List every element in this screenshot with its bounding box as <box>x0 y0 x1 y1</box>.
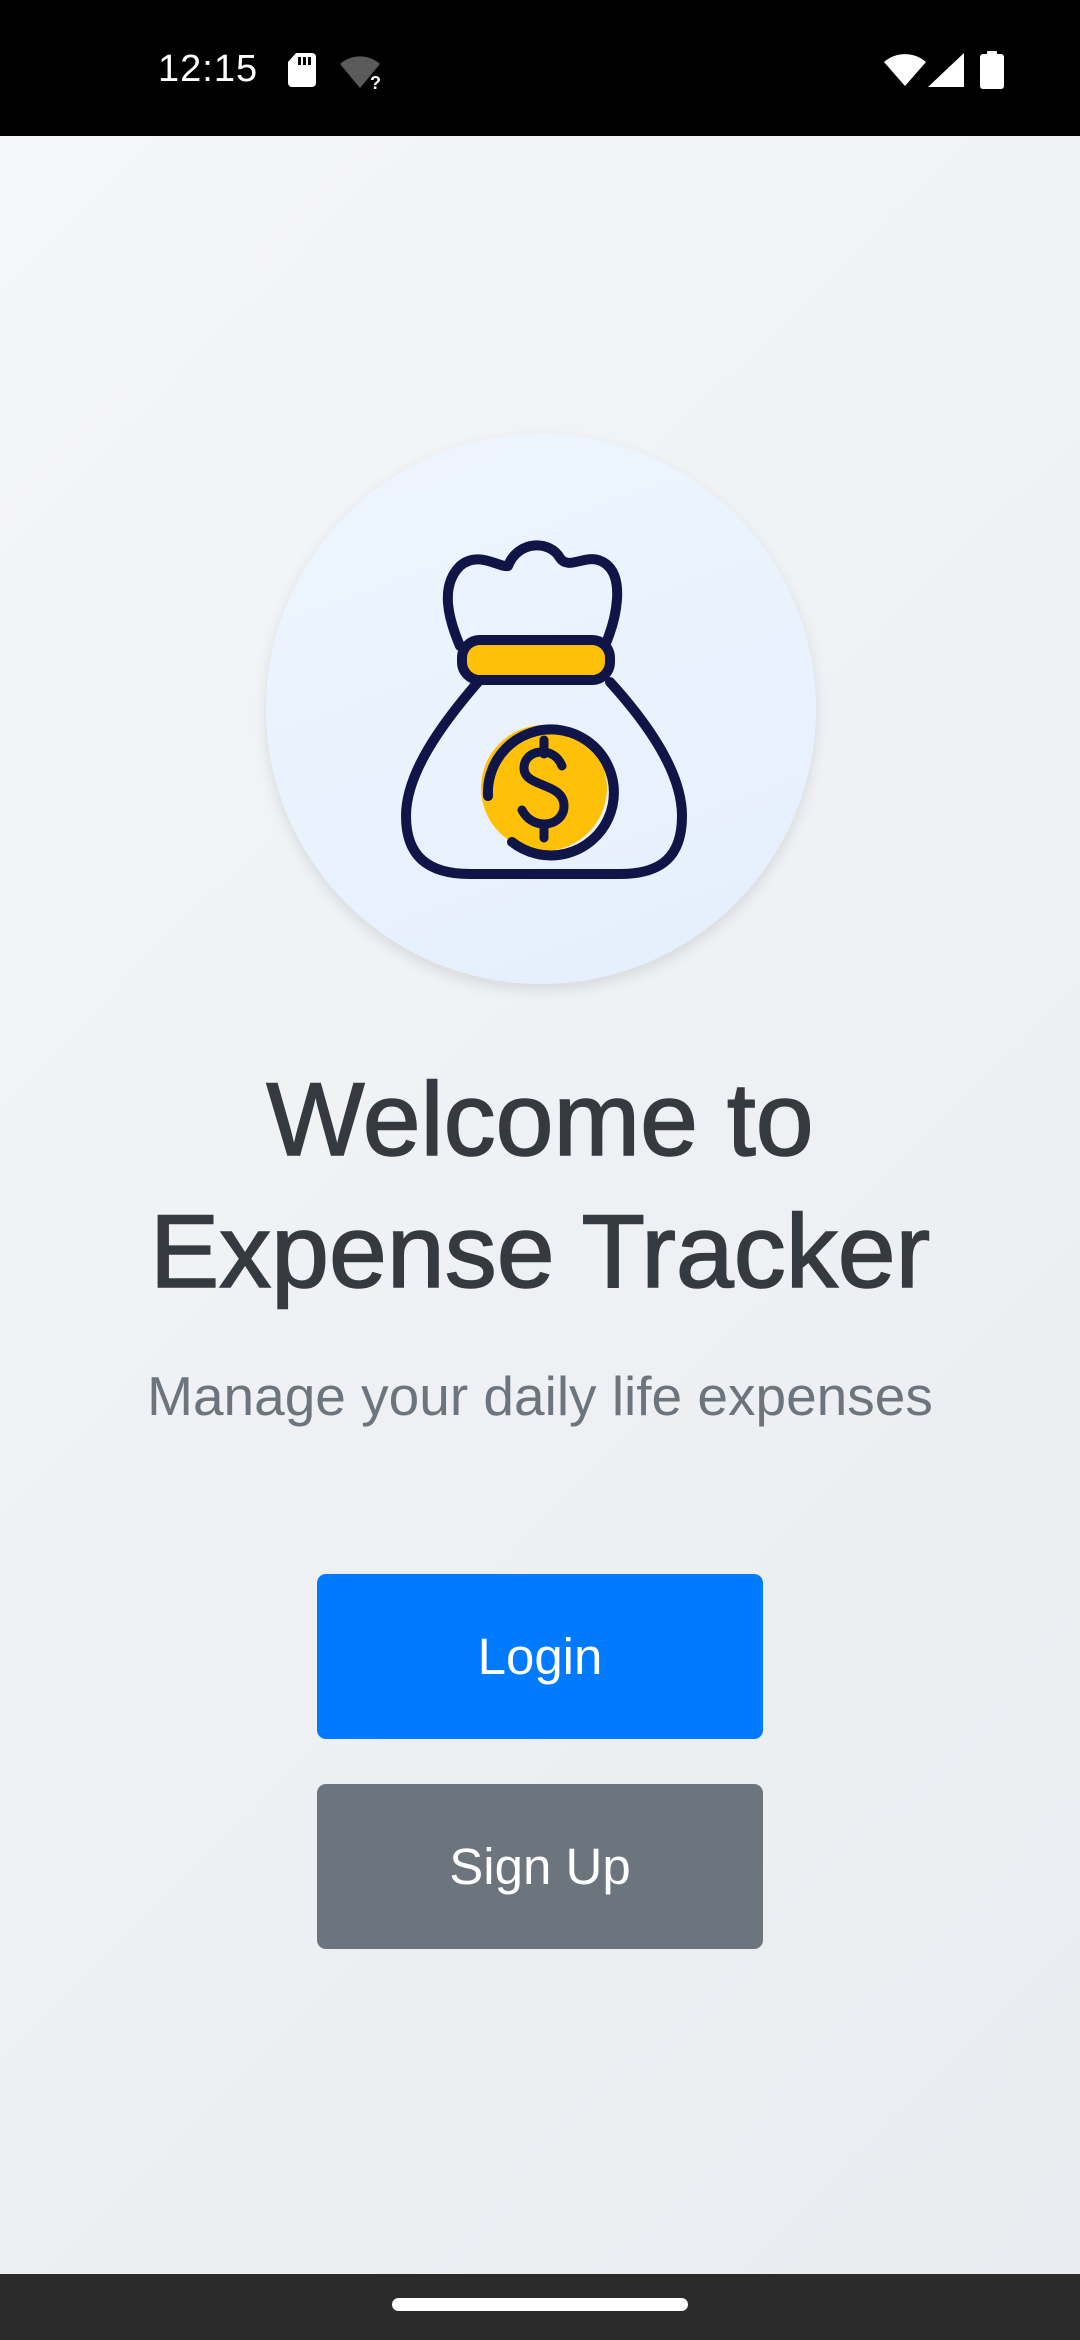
welcome-title-line1: Welcome to <box>266 1061 815 1179</box>
navigation-bar <box>0 2274 1080 2340</box>
welcome-title-line2: Expense Tracker <box>149 1193 931 1311</box>
status-time: 12:15 <box>158 48 259 90</box>
welcome-title: Welcome to Expense Tracker <box>0 1054 1080 1318</box>
login-button[interactable]: Login <box>317 1574 763 1739</box>
logo-circle <box>266 434 816 984</box>
status-bar: 12:15 ? <box>0 0 1080 136</box>
cell-signal-icon <box>928 53 964 87</box>
money-bag-icon <box>401 540 687 879</box>
sd-card-icon <box>288 53 316 87</box>
signup-button[interactable]: Sign Up <box>317 1784 763 1949</box>
svg-text:?: ? <box>370 73 381 90</box>
wifi-icon <box>884 54 926 86</box>
wifi-unknown-icon: ? <box>340 56 381 90</box>
welcome-subtitle: Manage your daily life expenses <box>147 1365 933 1427</box>
battery-icon <box>980 51 1004 89</box>
home-gesture-handle[interactable] <box>392 2298 688 2311</box>
welcome-screen: Welcome to Expense Tracker Manage your d… <box>0 136 1080 2274</box>
